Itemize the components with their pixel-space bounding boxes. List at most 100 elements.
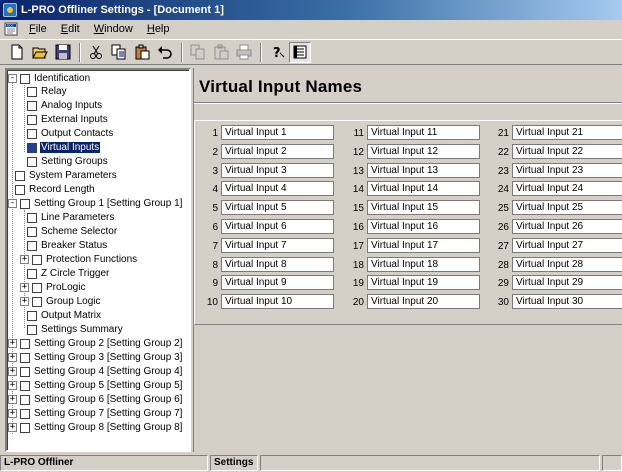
virtual-input-name-field[interactable]: Virtual Input 15	[367, 200, 480, 215]
app-icon[interactable]	[3, 3, 17, 17]
tree-item-identification[interactable]: - Identification	[8, 72, 91, 85]
tree-item-group-logic[interactable]: + Group Logic	[20, 295, 101, 308]
virtual-input-name-field[interactable]: Virtual Input 27	[512, 238, 622, 253]
expand-icon[interactable]: +	[20, 255, 29, 264]
virtual-input-name-field[interactable]: Virtual Input 25	[512, 200, 622, 215]
tree-item-setting-group-1[interactable]: - Setting Group 1 [Setting Group 1]	[8, 197, 183, 210]
copy-icon[interactable]	[108, 42, 130, 63]
expand-icon[interactable]: +	[8, 409, 17, 418]
menu-window[interactable]: Window	[87, 23, 140, 35]
virtual-input-name-field[interactable]: Virtual Input 11	[367, 125, 480, 140]
print-icon[interactable]	[233, 42, 255, 63]
tree-item-setting-group-2[interactable]: + Setting Group 2 [Setting Group 2]	[8, 337, 183, 350]
virtual-input-name-field[interactable]: Virtual Input 22	[512, 144, 622, 159]
virtual-input-number: 12	[352, 147, 364, 158]
virtual-input-name-field[interactable]: Virtual Input 19	[367, 275, 480, 290]
tree-item-setting-group-6[interactable]: + Setting Group 6 [Setting Group 6]	[8, 393, 183, 406]
expand-icon[interactable]: +	[8, 381, 17, 390]
collapse-icon[interactable]: -	[8, 199, 17, 208]
window-title: L-PRO Offliner Settings - [Document 1]	[21, 4, 224, 16]
virtual-input-name-field[interactable]: Virtual Input 23	[512, 163, 622, 178]
virtual-input-name-field[interactable]: Virtual Input 24	[512, 181, 622, 196]
virtual-input-name-field[interactable]: Virtual Input 7	[221, 238, 334, 253]
tree-item-breaker-status[interactable]: Breaker Status	[27, 239, 108, 252]
expand-icon[interactable]: +	[20, 283, 29, 292]
virtual-input-name-field[interactable]: Virtual Input 4	[221, 181, 334, 196]
virtual-input-name-field[interactable]: Virtual Input 13	[367, 163, 480, 178]
tree-item-analog-inputs[interactable]: Analog Inputs	[27, 99, 103, 112]
tree-item-setting-group-5[interactable]: + Setting Group 5 [Setting Group 5]	[8, 379, 183, 392]
checkbox-icon	[20, 422, 30, 433]
checkbox-icon	[27, 212, 37, 223]
new-icon[interactable]	[6, 42, 28, 63]
expand-icon[interactable]: +	[8, 395, 17, 404]
virtual-input-name-field[interactable]: Virtual Input 10	[221, 294, 334, 309]
summary-icon[interactable]	[289, 41, 311, 63]
status-bar: L-PRO Offliner Settings v8	[0, 453, 622, 472]
virtual-input-name-field[interactable]: Virtual Input 29	[512, 275, 622, 290]
tree-item-output-contacts[interactable]: Output Contacts	[27, 127, 114, 140]
menu-edit[interactable]: Edit	[54, 23, 87, 35]
virtual-input-name-field[interactable]: Virtual Input 21	[512, 125, 622, 140]
svg-text:DOC: DOC	[7, 24, 14, 28]
settings-tree[interactable]: - Identification Relay Analog Inputs Exte…	[5, 68, 191, 452]
tree-item-external-inputs[interactable]: External Inputs	[27, 113, 109, 126]
checkbox-icon	[15, 184, 25, 195]
virtual-input-name-field[interactable]: Virtual Input 26	[512, 219, 622, 234]
tree-item-settings-summary[interactable]: Settings Summary	[27, 323, 124, 336]
virtual-input-name-field[interactable]: Virtual Input 1	[221, 125, 334, 140]
title-bar[interactable]: L-PRO Offliner Settings - [Document 1]	[0, 0, 622, 20]
cut-icon[interactable]	[85, 42, 107, 63]
virtual-input-name-field[interactable]: Virtual Input 14	[367, 181, 480, 196]
tree-item-record-length[interactable]: Record Length	[15, 183, 96, 196]
virtual-input-name-field[interactable]: Virtual Input 9	[221, 275, 334, 290]
virtual-input-name-field[interactable]: Virtual Input 16	[367, 219, 480, 234]
virtual-input-name-field[interactable]: Virtual Input 6	[221, 219, 334, 234]
virtual-input-name-field[interactable]: Virtual Input 2	[221, 144, 334, 159]
open-icon[interactable]	[29, 42, 51, 63]
virtual-input-name-field[interactable]: Virtual Input 8	[221, 257, 334, 272]
collapse-icon[interactable]: -	[8, 74, 17, 83]
tree-item-setting-group-4[interactable]: + Setting Group 4 [Setting Group 4]	[8, 365, 183, 378]
tree-item-setting-group-3[interactable]: + Setting Group 3 [Setting Group 3]	[8, 351, 183, 364]
expand-icon[interactable]: +	[8, 339, 17, 348]
checkbox-icon	[15, 170, 25, 181]
tree-item-prologic[interactable]: + ProLogic	[20, 281, 86, 294]
virtual-input-name-field[interactable]: Virtual Input 12	[367, 144, 480, 159]
tree-item-setting-group-7[interactable]: + Setting Group 7 [Setting Group 7]	[8, 407, 183, 420]
virtual-input-name-field[interactable]: Virtual Input 3	[221, 163, 334, 178]
tree-item-protection-functions[interactable]: + Protection Functions	[20, 253, 138, 266]
tree-connector	[24, 80, 25, 152]
tree-item-setting-group-8[interactable]: + Setting Group 8 [Setting Group 8]	[8, 421, 183, 434]
virtual-input-name-field[interactable]: Virtual Input 28	[512, 257, 622, 272]
checkbox-icon	[27, 226, 37, 237]
virtual-input-name-field[interactable]: Virtual Input 5	[221, 200, 334, 215]
virtual-input-name-field[interactable]: Virtual Input 20	[367, 294, 480, 309]
copy-disabled-icon[interactable]	[187, 42, 209, 63]
paste-disabled-icon[interactable]	[210, 42, 232, 63]
virtual-input-name-field[interactable]: Virtual Input 17	[367, 238, 480, 253]
virtual-input-number: 17	[352, 241, 364, 252]
virtual-input-number: 2	[212, 147, 218, 158]
document-icon[interactable]: DOC	[4, 22, 18, 36]
virtual-input-name-field[interactable]: Virtual Input 30	[512, 294, 622, 309]
tree-item-virtual-inputs[interactable]: Virtual Inputs	[27, 141, 101, 154]
paste-icon[interactable]	[131, 42, 153, 63]
help-icon[interactable]: ?	[266, 42, 288, 63]
tree-item-line-parameters[interactable]: Line Parameters	[27, 211, 115, 224]
tree-item-system-parameters[interactable]: System Parameters	[15, 169, 118, 182]
menu-file[interactable]: File	[22, 23, 54, 35]
virtual-input-name-field[interactable]: Virtual Input 18	[367, 257, 480, 272]
expand-icon[interactable]: +	[8, 353, 17, 362]
tree-item-setting-groups[interactable]: Setting Groups	[27, 155, 109, 168]
expand-icon[interactable]: +	[8, 423, 17, 432]
expand-icon[interactable]: +	[20, 297, 29, 306]
tree-item-relay[interactable]: Relay	[27, 85, 68, 98]
tree-item-scheme-selector[interactable]: Scheme Selector	[27, 225, 118, 238]
expand-icon[interactable]: +	[8, 367, 17, 376]
tree-item-z-circle-trigger[interactable]: Z Circle Trigger	[27, 267, 110, 280]
undo-icon[interactable]	[154, 42, 176, 63]
save-icon[interactable]	[52, 42, 74, 63]
tree-item-output-matrix[interactable]: Output Matrix	[27, 309, 102, 322]
menu-help[interactable]: Help	[140, 23, 177, 35]
